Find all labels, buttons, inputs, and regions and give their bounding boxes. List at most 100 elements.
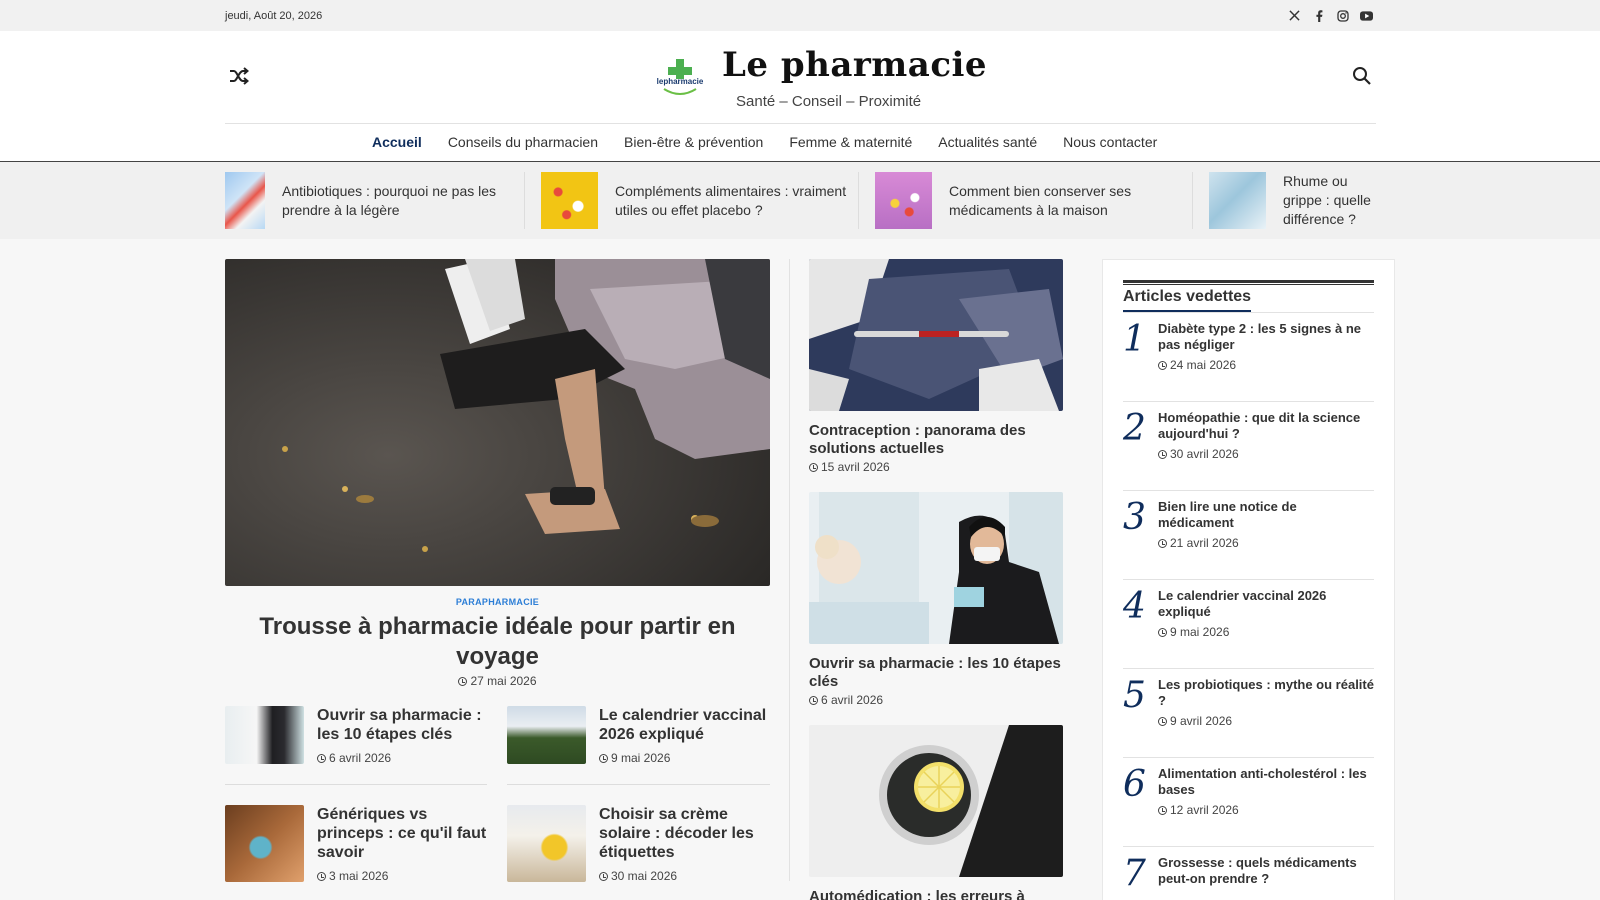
post-card[interactable]: Automédication : les erreurs à [809, 725, 1063, 900]
x-icon[interactable] [1287, 8, 1302, 23]
facebook-icon[interactable] [1311, 8, 1326, 23]
news-ticker: Antibiotiques : pourquoi ne pas les pren… [0, 162, 1600, 239]
featured-title[interactable]: Alimentation anti-cholestérol : les base… [1158, 766, 1374, 798]
post-thumbnail[interactable] [225, 706, 304, 764]
featured-title[interactable]: Homéopathie : que dit la science aujourd… [1158, 410, 1374, 442]
post-image[interactable] [809, 725, 1063, 877]
featured-date-text: 24 mai 2026 [1170, 358, 1237, 372]
widget-bar [1123, 284, 1374, 285]
post-date: 30 mai 2026 [599, 869, 677, 883]
ticker-thumbnail [875, 172, 932, 229]
post-date: 6 avril 2026 [809, 693, 1063, 707]
clock-icon [317, 872, 326, 881]
ticker-item[interactable]: Compléments alimentaires : vraiment util… [541, 172, 865, 229]
featured-date-text: 21 avril 2026 [1170, 536, 1239, 550]
nav-item-contact[interactable]: Nous contacter [1063, 134, 1157, 150]
rank-number: 6 [1123, 764, 1146, 805]
featured-date: 9 avril 2026 [1158, 714, 1232, 728]
featured-date-text: 12 avril 2026 [1170, 803, 1239, 817]
site-tagline: Santé – Conseil – Proximité [736, 93, 922, 110]
featured-title[interactable]: Les probiotiques : mythe ou réalité ? [1158, 677, 1374, 709]
nav-item-conseils[interactable]: Conseils du pharmacien [448, 134, 598, 150]
instagram-icon[interactable] [1335, 8, 1350, 23]
rank-number: 1 [1123, 319, 1146, 360]
post-image[interactable] [809, 492, 1063, 644]
ticker-thumbnail [1209, 172, 1266, 229]
featured-item[interactable]: 2 Homéopathie : que dit la science aujou… [1123, 402, 1374, 491]
youtube-icon[interactable] [1359, 8, 1374, 23]
featured-date: 12 avril 2026 [1158, 803, 1239, 817]
featured-title[interactable]: Bien lire une notice de médicament [1158, 499, 1374, 531]
post-thumbnail[interactable] [507, 706, 586, 764]
post-card[interactable]: Ouvrir sa pharmacie : les 10 étapes clés… [809, 492, 1063, 707]
ticker-thumbnail [225, 172, 265, 229]
social-links [1287, 8, 1374, 23]
current-date: jeudi, Août 20, 2026 [225, 10, 323, 22]
featured-date-text: 9 avril 2026 [1170, 714, 1233, 728]
post-thumbnail[interactable] [507, 805, 586, 882]
ticker-divider [524, 172, 525, 229]
post-thumbnail[interactable] [225, 805, 304, 882]
site-title[interactable]: Le pharmacie [722, 45, 987, 85]
clock-icon [599, 754, 608, 763]
post-date: 9 mai 2026 [599, 751, 670, 765]
site-logo[interactable]: lepharmacie [652, 53, 708, 99]
ticker-thumbnail [541, 172, 598, 229]
post-date-text: 30 mai 2026 [611, 869, 678, 883]
post-date: 15 avril 2026 [809, 460, 1063, 474]
ticker-title: Compléments alimentaires : vraiment util… [615, 182, 847, 218]
featured-title[interactable]: Le calendrier vaccinal 2026 expliqué [1158, 588, 1374, 620]
ticker-item[interactable]: Antibiotiques : pourquoi ne pas les pren… [225, 172, 532, 229]
post-date-text: 3 mai 2026 [329, 869, 389, 883]
clock-icon [599, 872, 608, 881]
post-card[interactable]: Ouvrir sa pharmacie : les 10 étapes clés… [225, 706, 487, 770]
ticker-title: Rhume ou grippe : quelle différence ? [1283, 173, 1371, 227]
category-tag[interactable]: PARAPHARMACIE [225, 597, 770, 607]
rank-number: 5 [1123, 675, 1146, 716]
post-title[interactable]: Le calendrier vaccinal 2026 expliqué [599, 706, 771, 744]
featured-item[interactable]: 3 Bien lire une notice de médicament 21 … [1123, 491, 1374, 580]
nav-item-femme-maternite[interactable]: Femme & maternité [789, 134, 912, 150]
column-divider [789, 259, 790, 881]
ticker-title: Antibiotiques : pourquoi ne pas les pren… [282, 182, 497, 218]
post-card[interactable]: Génériques vs princeps : ce qu'il faut s… [225, 805, 487, 885]
shuffle-icon[interactable] [229, 67, 250, 85]
post-title[interactable]: Ouvrir sa pharmacie : les 10 étapes clés [317, 706, 489, 744]
rank-number: 3 [1123, 497, 1146, 538]
featured-date: 21 avril 2026 [1158, 536, 1239, 550]
post-card[interactable]: Choisir sa crème solaire : décoder les é… [507, 805, 769, 885]
featured-item[interactable]: 6 Alimentation anti-cholestérol : les ba… [1123, 758, 1374, 847]
nav-item-actualites[interactable]: Actualités santé [938, 134, 1037, 150]
featured-title[interactable]: Grossesse : quels médicaments peut-on pr… [1158, 855, 1374, 887]
featured-item[interactable]: 7 Grossesse : quels médicaments peut-on … [1123, 847, 1374, 900]
ticker-item[interactable]: Comment bien conserver ses médicaments à… [875, 172, 1199, 229]
post-title[interactable]: Génériques vs princeps : ce qu'il faut s… [317, 805, 489, 862]
featured-item[interactable]: 4 Le calendrier vaccinal 2026 expliqué 9… [1123, 580, 1374, 669]
clock-icon [1158, 806, 1167, 815]
post-title[interactable]: Choisir sa crème solaire : décoder les é… [599, 805, 771, 862]
clock-icon [1158, 361, 1167, 370]
clock-icon [809, 463, 818, 472]
post-card[interactable]: Contraception : panorama des solutions a… [809, 259, 1063, 474]
top-bar: jeudi, Août 20, 2026 [0, 0, 1600, 31]
post-date: 6 avril 2026 [317, 751, 391, 765]
clock-icon [1158, 628, 1167, 637]
ticker-item[interactable]: Rhume ou grippe : quelle différence ? [1209, 172, 1376, 229]
widget-title: Articles vedettes [1123, 288, 1252, 312]
nav-item-bien-etre[interactable]: Bien-être & prévention [624, 134, 763, 150]
clock-icon [1158, 450, 1167, 459]
post-image[interactable] [809, 259, 1063, 411]
widget-bar [1123, 280, 1374, 283]
featured-item[interactable]: 5 Les probiotiques : mythe ou réalité ? … [1123, 669, 1374, 758]
hero-image[interactable] [225, 259, 770, 586]
post-title[interactable]: Ouvrir sa pharmacie : les 10 étapes clés [809, 655, 1063, 691]
featured-item[interactable]: 1 Diabète type 2 : les 5 signes à ne pas… [1123, 313, 1374, 402]
post-title[interactable]: Contraception : panorama des solutions a… [809, 422, 1063, 458]
nav-item-accueil[interactable]: Accueil [372, 134, 422, 150]
post-title[interactable]: Automédication : les erreurs à [809, 888, 1063, 900]
featured-title[interactable]: Diabète type 2 : les 5 signes à ne pas n… [1158, 321, 1374, 353]
search-icon[interactable] [1352, 66, 1372, 86]
rank-number: 4 [1123, 586, 1146, 627]
hero-title[interactable]: Trousse à pharmacie idéale pour partir e… [245, 612, 750, 672]
post-card[interactable]: Le calendrier vaccinal 2026 expliqué 9 m… [507, 706, 769, 770]
